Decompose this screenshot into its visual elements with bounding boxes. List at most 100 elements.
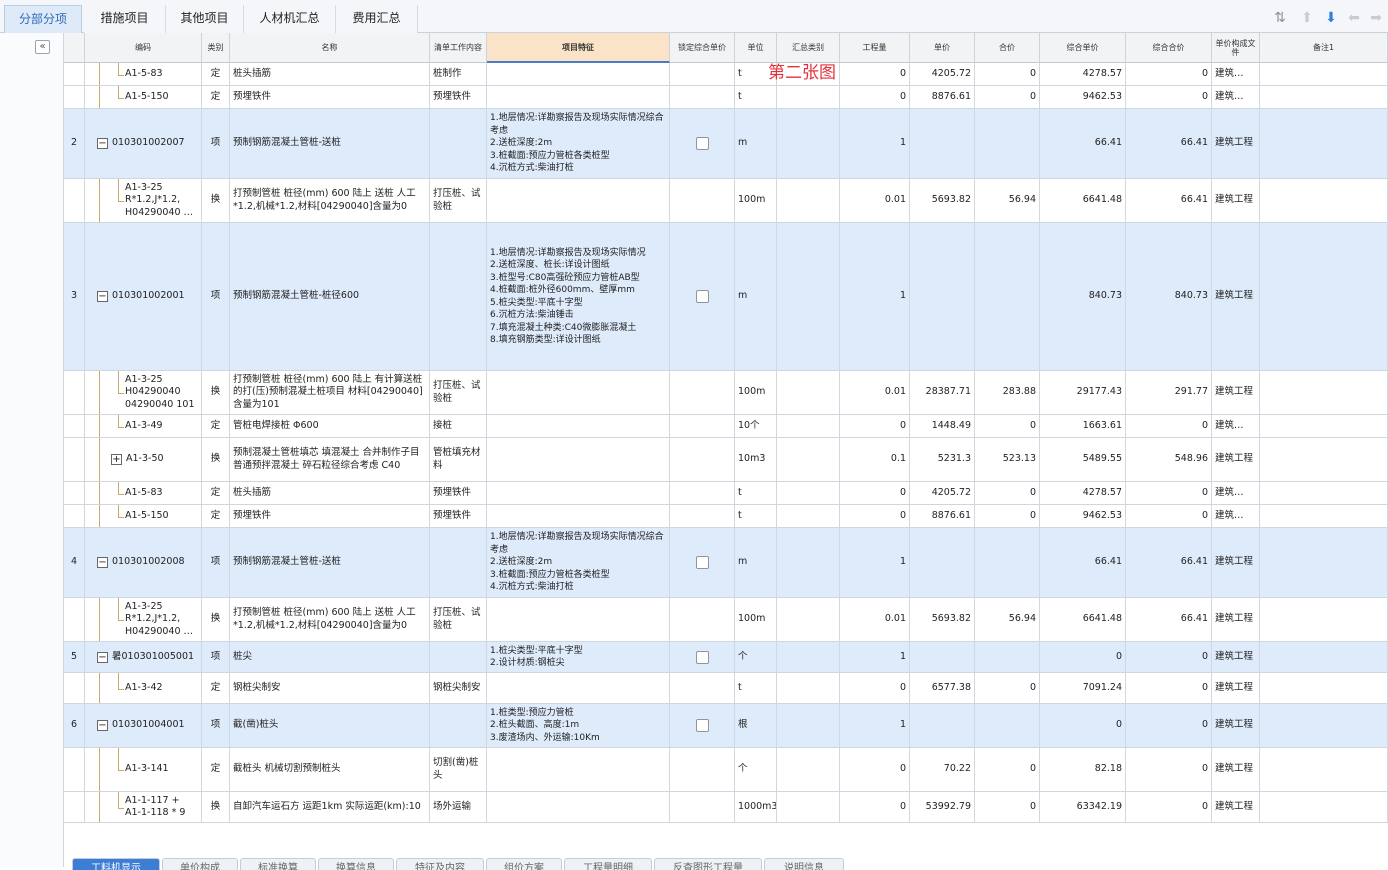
cell-lock-price[interactable] [670,223,735,370]
cell-composite-total: 0 [1126,482,1212,504]
quota-row[interactable]: A1-5-83 定桩头插筋 桩制作 t 0 4205.72 0 4278.57 0 建筑… [64,63,1388,86]
column-header-unit-price[interactable]: 单价 [910,33,975,63]
column-header-work-content[interactable]: 清单工作内容 [430,33,487,63]
bottom-tab[interactable]: 换算信息 [318,858,394,870]
bottom-tab[interactable]: 反查图形工程量 [654,858,762,870]
column-header-type[interactable]: 类别 [202,33,230,63]
cell-lock-price[interactable] [670,109,735,178]
tab-cuoshi-xiangmu[interactable]: 措施项目 [84,5,166,33]
quota-row[interactable]: + A1-3-50 换预制混凝土管桩填芯 填混凝土 合并制作子目 普通预拌混凝土 碎… [64,438,1388,482]
column-header-remark[interactable]: 备注1 [1260,33,1388,63]
column-header-composite-price[interactable]: 综合单价 [1040,33,1126,63]
cell-lock-price[interactable] [670,792,735,822]
tab-feiyong-huizong[interactable]: 费用汇总 [336,5,418,33]
quota-row[interactable]: A1-5-83 定桩头插筋 预埋铁件 t 0 4205.72 0 4278.57 0 建筑… [64,482,1388,505]
cell-type: 项 [202,223,230,370]
column-header-row-num[interactable] [64,33,85,63]
bottom-tab[interactable]: 特征及内容 [396,858,484,870]
collapse-node-icon[interactable]: − [97,720,108,731]
cell-price-file: 建筑工程 [1212,673,1260,703]
bottom-tab[interactable]: 单价构成 [162,858,238,870]
cell-lock-price[interactable] [670,673,735,703]
column-header-price-file[interactable]: 单价构成文件 [1212,33,1260,63]
collapse-node-icon[interactable]: − [97,291,108,302]
cell-remark [1260,792,1388,822]
tab-qita-xiangmu[interactable]: 其他项目 [166,5,244,33]
cell-lock-price[interactable] [670,438,735,481]
cell-lock-price[interactable] [670,415,735,437]
overlay-caption: 第二张图 [768,63,836,83]
cell-lock-price[interactable] [670,505,735,527]
expand-node-icon[interactable]: + [111,454,122,465]
quota-row[interactable]: A1-3-42 定钢桩尖制安 钢桩尖制安 t 0 6577.38 0 7091.24 0 建筑工程 [64,673,1388,704]
tree-guide-line [118,201,124,202]
bill-item-row[interactable]: 2−010301002007 项预制钢筋混凝土管桩-送桩 1.地层情况:详勘察报告及… [64,109,1388,179]
cell-lock-price[interactable] [670,528,735,597]
arrow-right-icon[interactable]: ➡ [1368,10,1384,26]
code-text: A1-5-150 [125,509,169,521]
cell-lock-price[interactable] [670,704,735,747]
lock-price-checkbox[interactable] [695,719,709,732]
collapse-panel-button[interactable]: « [35,40,50,54]
bill-item-row[interactable]: 3−010301002001 项预制钢筋混凝土管桩-桩径600 1.地层情况:详勘察… [64,223,1388,371]
cell-price-file: 建筑… [1212,415,1260,437]
cell-type: 定 [202,673,230,703]
cell-lock-price[interactable] [670,86,735,108]
quota-row[interactable]: A1-3-49 定管桩电焊接桩 Φ600 接桩 10个 0 1448.49 0 1663.61… [64,415,1388,438]
cell-lock-price[interactable] [670,63,735,85]
tree-guide-line [118,792,119,808]
quota-row[interactable]: A1-3-141 定截桩头 机械切割预制桩头 切割(凿)桩头个 0 70.22 0 82.1… [64,748,1388,792]
tab-fenbu-fenxiang[interactable]: 分部分项 [4,5,82,33]
cell-lock-price[interactable] [670,598,735,641]
bottom-tab[interactable]: 标准换算 [240,858,316,870]
cell-unit: t [735,482,777,504]
cell-quantity: 0 [840,86,910,108]
quota-row[interactable]: A1-3-25 H04290040 04290040 101 换打预制管桩 桩径(… [64,371,1388,415]
lock-price-checkbox[interactable] [695,556,709,569]
collapse-node-icon[interactable]: − [97,651,108,663]
cell-unit-price: 5693.82 [910,179,975,222]
cell-lock-price[interactable] [670,642,735,672]
collapse-node-icon[interactable]: − [97,138,108,149]
cell-lock-price[interactable] [670,371,735,414]
column-header-lock-price[interactable]: 锁定综合单价 [670,33,735,63]
quota-row[interactable]: A1-1-117 + A1-1-118 * 9 换自卸汽车运石方 运距1km 实际… [64,792,1388,823]
cell-remark [1260,748,1388,791]
cell-remark [1260,371,1388,414]
cell-lock-price[interactable] [670,482,735,504]
quota-row[interactable]: A1-3-25 R*1.2,J*1.2, H04290040 … 换打预制管桩 桩… [64,179,1388,223]
quota-row[interactable]: A1-5-150 定预埋铁件 预埋铁件 t 0 8876.61 0 9462.53 0 建筑… [64,86,1388,109]
column-header-composite-total[interactable]: 综合合价 [1126,33,1212,63]
quota-row[interactable]: A1-5-150 定预埋铁件 预埋铁件 t 0 8876.61 0 9462.53 0 建筑… [64,505,1388,528]
bill-item-row[interactable]: 6−010301004001 项截(凿)桩头 1.桩类型:预应力管桩 2.桩头截面、… [64,704,1388,748]
arrow-up-icon[interactable]: ⬆ [1299,10,1315,26]
column-header-name[interactable]: 名称 [230,33,430,63]
arrow-down-icon[interactable]: ⬇ [1323,10,1339,26]
cell-work-content: 打压桩、试验桩 [430,179,487,222]
cell-summary-category [777,438,840,481]
cell-lock-price[interactable] [670,179,735,222]
bottom-tab[interactable]: 工料机显示 [72,858,160,870]
lock-price-checkbox[interactable] [695,290,709,303]
lock-price-checkbox[interactable] [695,650,709,664]
bottom-tab[interactable]: 说明信息 [764,858,844,870]
column-header-total-price[interactable]: 合价 [975,33,1040,63]
bill-item-row[interactable]: 4−010301002008 项预制钢筋混凝土管桩-送桩 1.地层情况:详勘察报告及… [64,528,1388,598]
collapse-node-icon[interactable]: − [97,557,108,568]
column-header-project-feature[interactable]: 项目特征 [487,33,670,63]
cell-composite-price: 0 [1040,704,1126,747]
column-header-code[interactable]: 编码 [85,33,202,63]
tree-guide-line [99,482,100,504]
column-header-quantity[interactable]: 工程量 [840,33,910,63]
bottom-tab[interactable]: 工程量明细 [564,858,652,870]
bill-item-row[interactable]: 5− 暑010301005001 项桩尖 1.桩尖类型:平底十字型 2.设计材质:钢桩… [64,642,1388,673]
cell-type: 换 [202,438,230,481]
lock-price-checkbox[interactable] [695,137,709,150]
bottom-tab[interactable]: 组价方案 [486,858,562,870]
tab-rencaiji-huizong[interactable]: 人材机汇总 [244,5,336,33]
cell-row-num: 6 [64,704,85,747]
quota-row[interactable]: A1-3-25 R*1.2,J*1.2, H04290040 … 换打预制管桩 桩… [64,598,1388,642]
cell-lock-price[interactable] [670,748,735,791]
sort-icon[interactable]: ⇅ [1272,10,1288,26]
arrow-left-icon[interactable]: ⬅ [1346,10,1362,26]
